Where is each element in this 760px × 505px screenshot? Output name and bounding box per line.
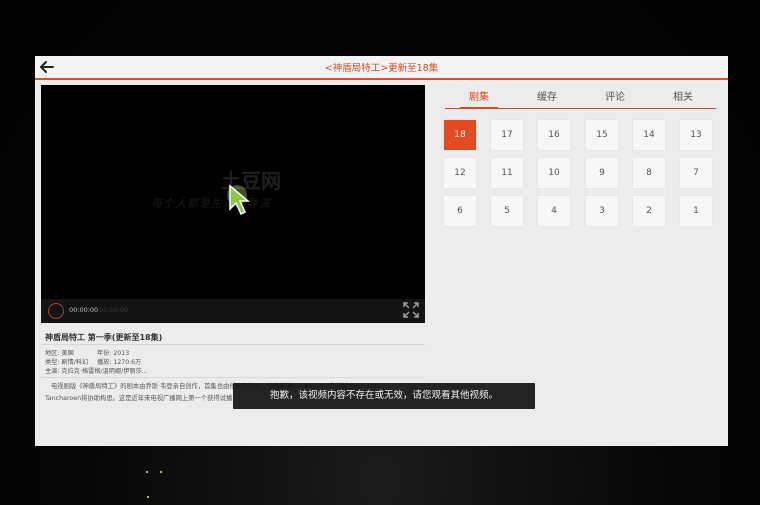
show-title: 神盾局特工 第一季(更新至18集) [45,333,163,342]
tv-frame: <神盾局特工>更新至18集 土豆网 每个人都是生活的导演 00:00:00 00… [0,0,760,505]
active-tab-indicator [460,107,498,109]
tab-related[interactable]: 相关 [649,88,717,103]
info-divider [41,344,425,345]
region-label: 地区: 美国 [45,350,74,357]
tv-indicator-light [146,471,148,473]
year-label: 年份: 2013 [97,350,130,357]
total-time: 00:00:00 [99,306,129,314]
tv-indicator-light [147,496,149,498]
episode-button[interactable]: 6 [444,196,476,226]
tab-cache[interactable]: 缓存 [513,88,581,103]
info-divider [41,377,425,378]
episode-button[interactable]: 18 [444,120,476,150]
current-time: 00:00:00 [69,306,99,314]
episode-button[interactable]: 4 [538,196,570,226]
episode-button[interactable]: 8 [633,158,665,188]
plays-label: 播放: 1270.6万 [97,359,142,366]
episode-button[interactable]: 12 [444,158,476,188]
player-controls: 00:00:00 00:00:00 [41,299,425,323]
tv-indicator-light [160,471,162,473]
episode-button[interactable]: 9 [586,158,618,188]
episode-button[interactable]: 10 [538,158,570,188]
cast-label: 主演: 克拉克·格雷格/温明娜/伊丽莎... [45,368,148,375]
episode-button[interactable]: 17 [491,120,523,150]
fullscreen-icon[interactable] [403,302,419,318]
play-button[interactable] [48,303,64,319]
genre-label: 类型: 剧情/科幻 [45,359,89,366]
tab-episodes[interactable]: 剧集 [445,88,513,103]
episode-button[interactable]: 3 [586,196,618,226]
episode-button[interactable]: 2 [633,196,665,226]
tab-comments[interactable]: 评论 [581,88,649,103]
title-bar: <神盾局特工>更新至18集 [35,56,728,80]
error-toast: 抱歉，该视频内容不存在或无效，请您观看其他视频。 [233,383,535,409]
tab-bar: 剧集 缓存 评论 相关 [445,86,716,109]
episode-button[interactable]: 15 [586,120,618,150]
mouse-cursor-icon [227,184,251,216]
episode-button[interactable]: 13 [680,120,712,150]
page-title: <神盾局特工>更新至18集 [324,63,439,74]
watermark-slogan: 每个人都是生活的导演 [151,197,271,210]
video-player[interactable]: 土豆网 每个人都是生活的导演 00:00:00 00:00:00 [41,85,425,323]
episode-button[interactable]: 1 [680,196,712,226]
episode-button[interactable]: 14 [633,120,665,150]
episode-button[interactable]: 7 [680,158,712,188]
episode-button[interactable]: 5 [491,196,523,226]
episode-button[interactable]: 11 [491,158,523,188]
episode-button[interactable]: 16 [538,120,570,150]
